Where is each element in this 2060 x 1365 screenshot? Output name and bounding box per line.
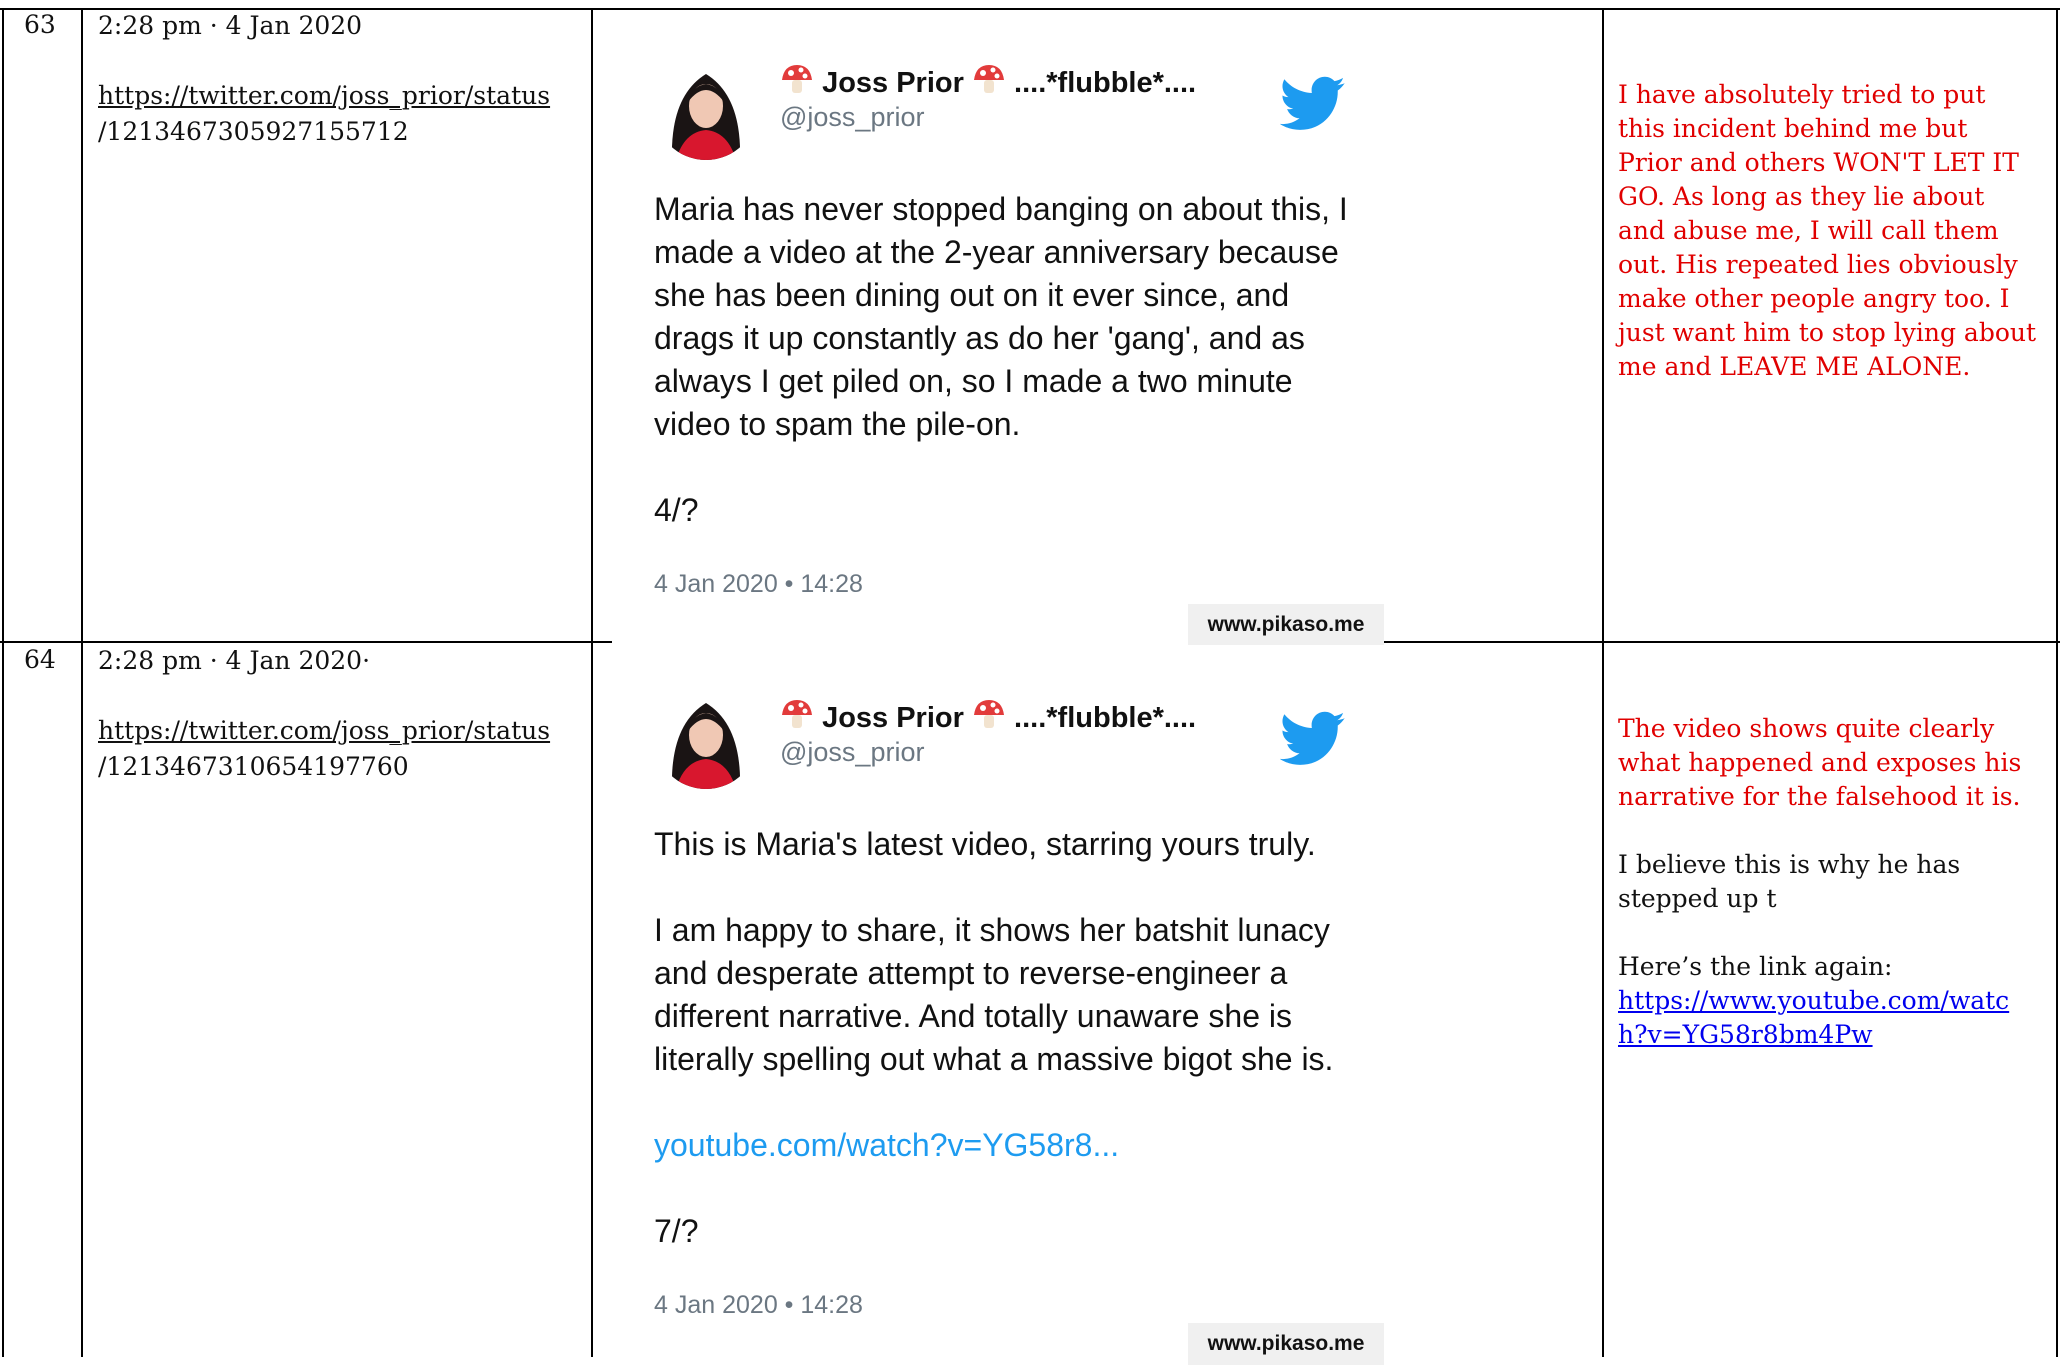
tweet-card: Joss Prior ....*flubble*.... @joss_prior… — [612, 10, 1384, 646]
comment-link-label: Here’s the link again: — [1618, 952, 1893, 981]
youtube-url-link[interactable]: https://www.youtube.com/watc h?v=YG58r8bm… — [1618, 986, 2009, 1049]
table-col-divider — [81, 8, 83, 1357]
tweet-thread-counter: 7/? — [654, 1213, 699, 1249]
comment-text: I have absolutely tried to put this inci… — [1618, 80, 2037, 381]
table-border-left — [2, 8, 4, 1357]
mushroom-icon — [782, 700, 812, 728]
comment-text: The video shows quite clearly what happe… — [1618, 714, 2022, 811]
author-name-text: Joss Prior — [822, 702, 964, 734]
tweet-paragraph: I am happy to share, it shows her batshi… — [654, 912, 1334, 1077]
tweet-author-handle: @joss_prior — [780, 102, 925, 132]
tweet-youtube-link[interactable]: youtube.com/watch?v=YG58r8... — [654, 1124, 1374, 1167]
tweet-paragraph: This is Maria's latest video, starring y… — [654, 826, 1316, 862]
avatar — [654, 56, 758, 160]
twitter-bird-icon — [1280, 76, 1345, 130]
row-number: 64 — [24, 645, 56, 674]
tweet-date: 4 Jan 2020 • 14:28 — [654, 570, 863, 598]
tweet-url-part: /1213467310654197760 — [98, 752, 409, 781]
row-number: 63 — [24, 10, 56, 39]
mushroom-icon — [973, 65, 1004, 93]
youtube-url-part: h?v=YG58r8bm4Pw — [1618, 1020, 1873, 1049]
tweet-url-link[interactable]: https://twitter.com/joss_prior/status /1… — [98, 713, 550, 785]
watermark: www.pikaso.me — [1188, 604, 1384, 646]
twitter-bird-icon — [1280, 711, 1345, 765]
tweet-card: Joss Prior ....*flubble*.... @joss_prior… — [612, 645, 1384, 1365]
table-border-right — [2056, 8, 2058, 1357]
watermark: www.pikaso.me — [1188, 1323, 1384, 1365]
author-name-text: Joss Prior — [822, 67, 964, 99]
mushroom-icon — [782, 65, 812, 93]
tweet-paragraph: Maria has never stopped banging on about… — [654, 191, 1348, 442]
youtube-url-part: https://www.youtube.com/watc — [1618, 986, 2010, 1015]
tweet-date: 4 Jan 2020 • 14:28 — [654, 1291, 863, 1319]
table-col-divider — [591, 8, 593, 1357]
mushroom-icon — [973, 700, 1004, 728]
tweet-body: Maria has never stopped banging on about… — [654, 188, 1374, 532]
table-col-divider — [1602, 8, 1604, 1357]
tweet-url-part: /1213467305927155712 — [98, 117, 409, 146]
author-name-suffix: ....*flubble*.... — [1014, 67, 1197, 99]
tweet-timestamp: 2:28 pm · 4 Jan 2020· — [98, 646, 371, 675]
tweet-body: This is Maria's latest video, starring y… — [654, 823, 1374, 1253]
author-name-suffix: ....*flubble*.... — [1014, 702, 1197, 734]
tweet-url-part: https://twitter.com/joss_prior/status — [98, 81, 551, 110]
tweet-author-name: Joss Prior ....*flubble*.... — [780, 62, 1196, 100]
tweet-url-part: https://twitter.com/joss_prior/status — [98, 716, 551, 745]
tweet-author-name: Joss Prior ....*flubble*.... — [780, 697, 1196, 735]
tweet-timestamp: 2:28 pm · 4 Jan 2020 — [98, 11, 363, 40]
comment-block: The video shows quite clearly what happe… — [1618, 712, 2038, 1052]
comment-text: I believe this is why he has stepped up … — [1618, 850, 1961, 913]
tweet-author-handle: @joss_prior — [780, 737, 925, 767]
avatar — [654, 685, 758, 789]
comment-link-block: Here’s the link again: https://www.youtu… — [1618, 950, 2038, 1052]
tweet-url-link[interactable]: https://twitter.com/joss_prior/status /1… — [98, 78, 550, 150]
tweet-paragraph: 4/? — [654, 492, 699, 528]
